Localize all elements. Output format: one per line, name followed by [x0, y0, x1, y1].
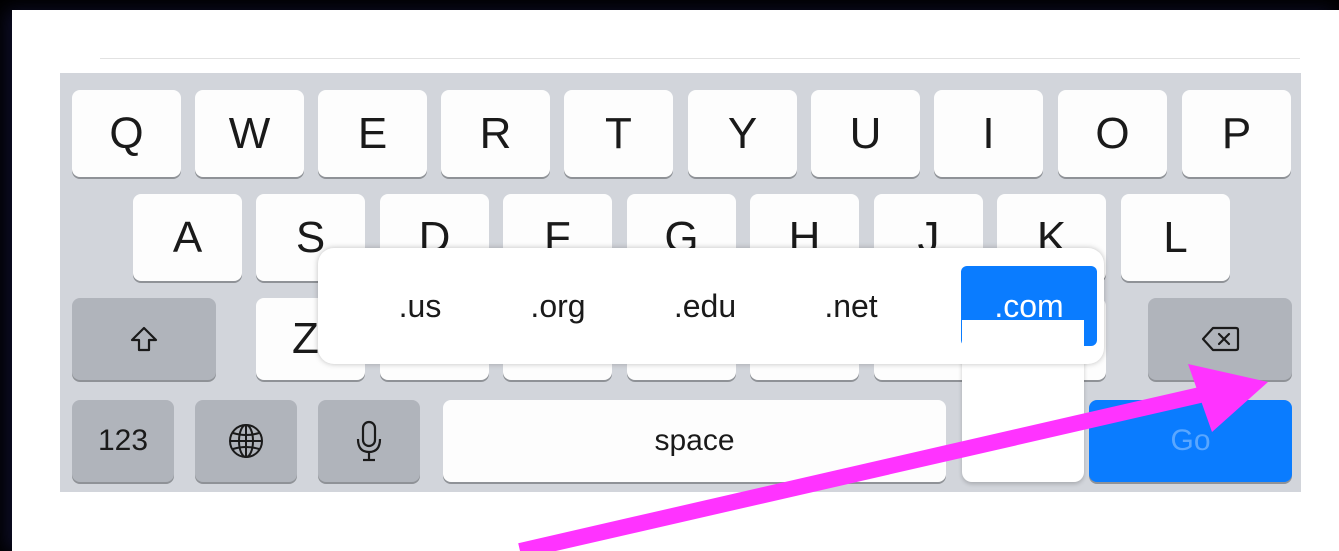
key-w[interactable]: W	[195, 90, 304, 177]
domain-option-edu[interactable]: .edu	[650, 248, 760, 364]
key-label: E	[357, 108, 388, 158]
key-u[interactable]: U	[811, 90, 920, 177]
key-a[interactable]: A	[133, 194, 242, 281]
key-r[interactable]: R	[441, 90, 550, 177]
popup-joint	[962, 320, 1084, 360]
numbers-key[interactable]: 123	[72, 400, 174, 482]
key-l[interactable]: L	[1121, 194, 1230, 281]
globe-key[interactable]	[195, 400, 297, 482]
domain-option-label: .net	[824, 287, 878, 324]
domain-option-label: .com	[994, 287, 1064, 324]
key-p[interactable]: P	[1182, 90, 1291, 177]
go-key[interactable]: Go	[1089, 400, 1292, 482]
shift-icon	[129, 324, 159, 354]
backspace-key[interactable]	[1148, 298, 1292, 380]
separator-line	[100, 58, 1300, 59]
key-label: L	[1163, 212, 1188, 262]
key-label: P	[1221, 108, 1252, 158]
domain-option-label: .org	[530, 287, 586, 324]
shift-key[interactable]	[72, 298, 216, 380]
key-label: T	[605, 108, 632, 158]
microphone-icon	[354, 419, 384, 463]
key-label: R	[479, 108, 512, 158]
domain-option-net[interactable]: .net	[796, 248, 906, 364]
key-i[interactable]: I	[934, 90, 1043, 177]
key-t[interactable]: T	[564, 90, 673, 177]
key-label: I	[982, 108, 995, 158]
key-q[interactable]: Q	[72, 90, 181, 177]
key-label: O	[1095, 108, 1130, 158]
space-key-label: space	[654, 424, 735, 457]
numbers-key-label: 123	[97, 424, 149, 457]
key-label: Y	[727, 108, 758, 158]
microphone-key[interactable]	[318, 400, 420, 482]
key-label: Z	[292, 314, 319, 363]
key-e[interactable]: E	[318, 90, 427, 177]
space-key[interactable]: space	[443, 400, 946, 482]
domain-option-label: .edu	[673, 287, 737, 324]
key-label: Q	[109, 108, 144, 158]
key-label: U	[849, 108, 882, 158]
key-y[interactable]: Y	[688, 90, 797, 177]
domain-option-label: .us	[398, 287, 442, 324]
globe-icon	[226, 421, 266, 461]
backspace-icon	[1200, 325, 1240, 353]
domain-option-org[interactable]: .org	[503, 248, 613, 364]
key-label: W	[228, 108, 271, 158]
key-label: A	[172, 212, 203, 262]
go-key-label: Go	[1170, 424, 1211, 457]
domain-option-us[interactable]: .us	[370, 248, 470, 364]
key-o[interactable]: O	[1058, 90, 1167, 177]
